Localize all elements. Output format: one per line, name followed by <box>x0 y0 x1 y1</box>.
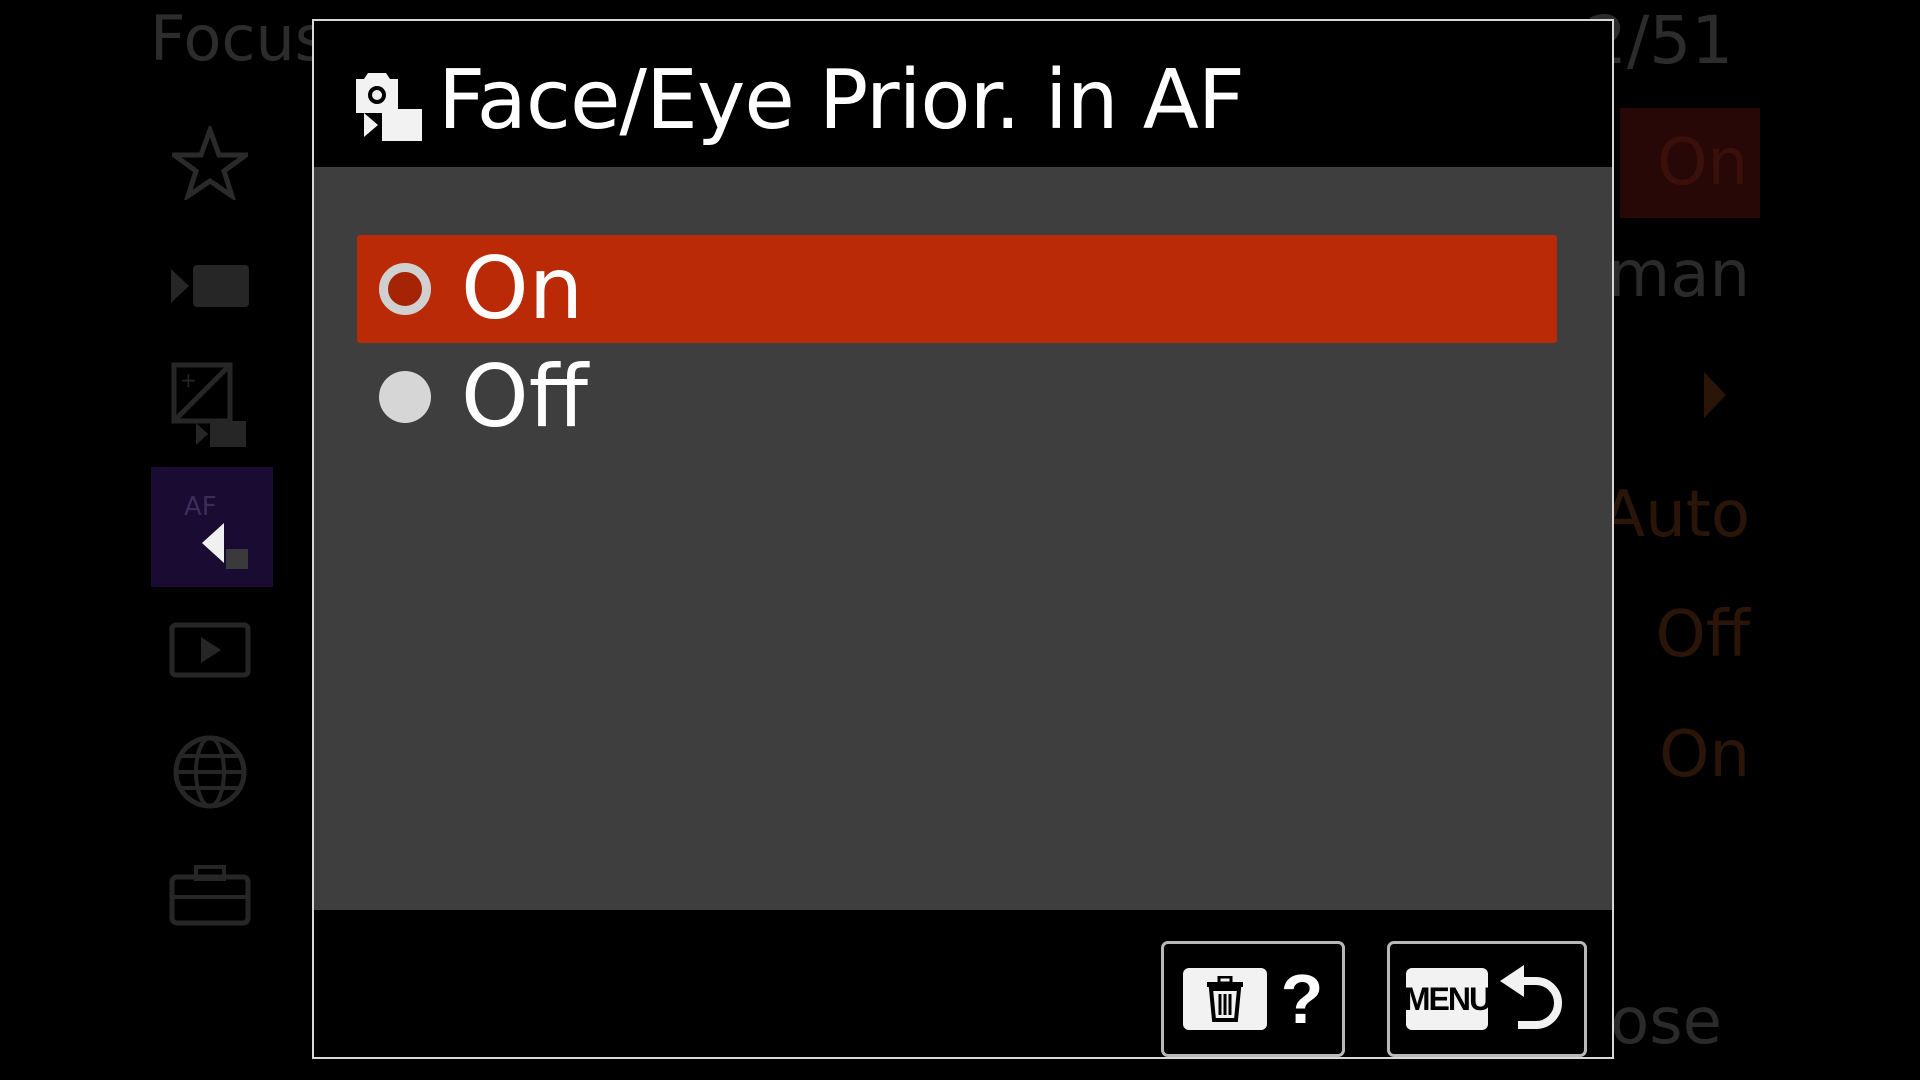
svg-text:+: + <box>180 368 197 392</box>
help-label: ? <box>1280 960 1324 1038</box>
dialog-header: Face/Eye Prior. in AF <box>314 21 1612 167</box>
background-value-5: On <box>1659 718 1750 792</box>
background-value-4: Off <box>1655 598 1750 672</box>
options-list: On Off <box>314 167 1612 910</box>
movie-camera-icon[interactable] <box>160 236 260 336</box>
dialog-footer: ? MENU <box>314 910 1612 1057</box>
option-label: On <box>461 239 584 339</box>
photo-movie-icon <box>350 69 426 143</box>
background-menu-title: Focus <box>150 2 328 75</box>
return-arrow-icon <box>1498 963 1568 1035</box>
svg-text:AF: AF <box>184 492 217 522</box>
background-value-6: ose <box>1610 985 1722 1059</box>
radio-unselected-icon <box>379 371 431 423</box>
trash-icon <box>1182 968 1267 1030</box>
playback-icon[interactable] <box>160 600 260 700</box>
chevron-right-icon <box>1702 370 1728 424</box>
option-label: Off <box>461 347 588 447</box>
toolbox-icon[interactable] <box>160 845 260 945</box>
setting-dialog: Face/Eye Prior. in AF On Off ? MENU <box>312 19 1614 1059</box>
menu-key-label: MENU <box>1404 968 1492 1030</box>
option-off[interactable]: Off <box>357 343 1557 451</box>
help-button[interactable]: ? <box>1161 941 1345 1057</box>
af-icon[interactable]: AF <box>151 467 273 587</box>
background-value-3: Auto <box>1601 478 1750 552</box>
camera-menu-screen: Focus 2/51 + AF On uman Auto Off On ose … <box>0 0 1920 1080</box>
background-value-1: On <box>1620 108 1760 218</box>
network-icon[interactable] <box>160 722 260 822</box>
dialog-title: Face/Eye Prior. in AF <box>438 53 1245 148</box>
star-icon[interactable] <box>160 113 260 213</box>
radio-selected-icon <box>379 263 431 315</box>
exposure-icon[interactable]: + <box>160 355 260 455</box>
back-button[interactable]: MENU <box>1387 941 1587 1057</box>
option-on[interactable]: On <box>357 235 1557 343</box>
